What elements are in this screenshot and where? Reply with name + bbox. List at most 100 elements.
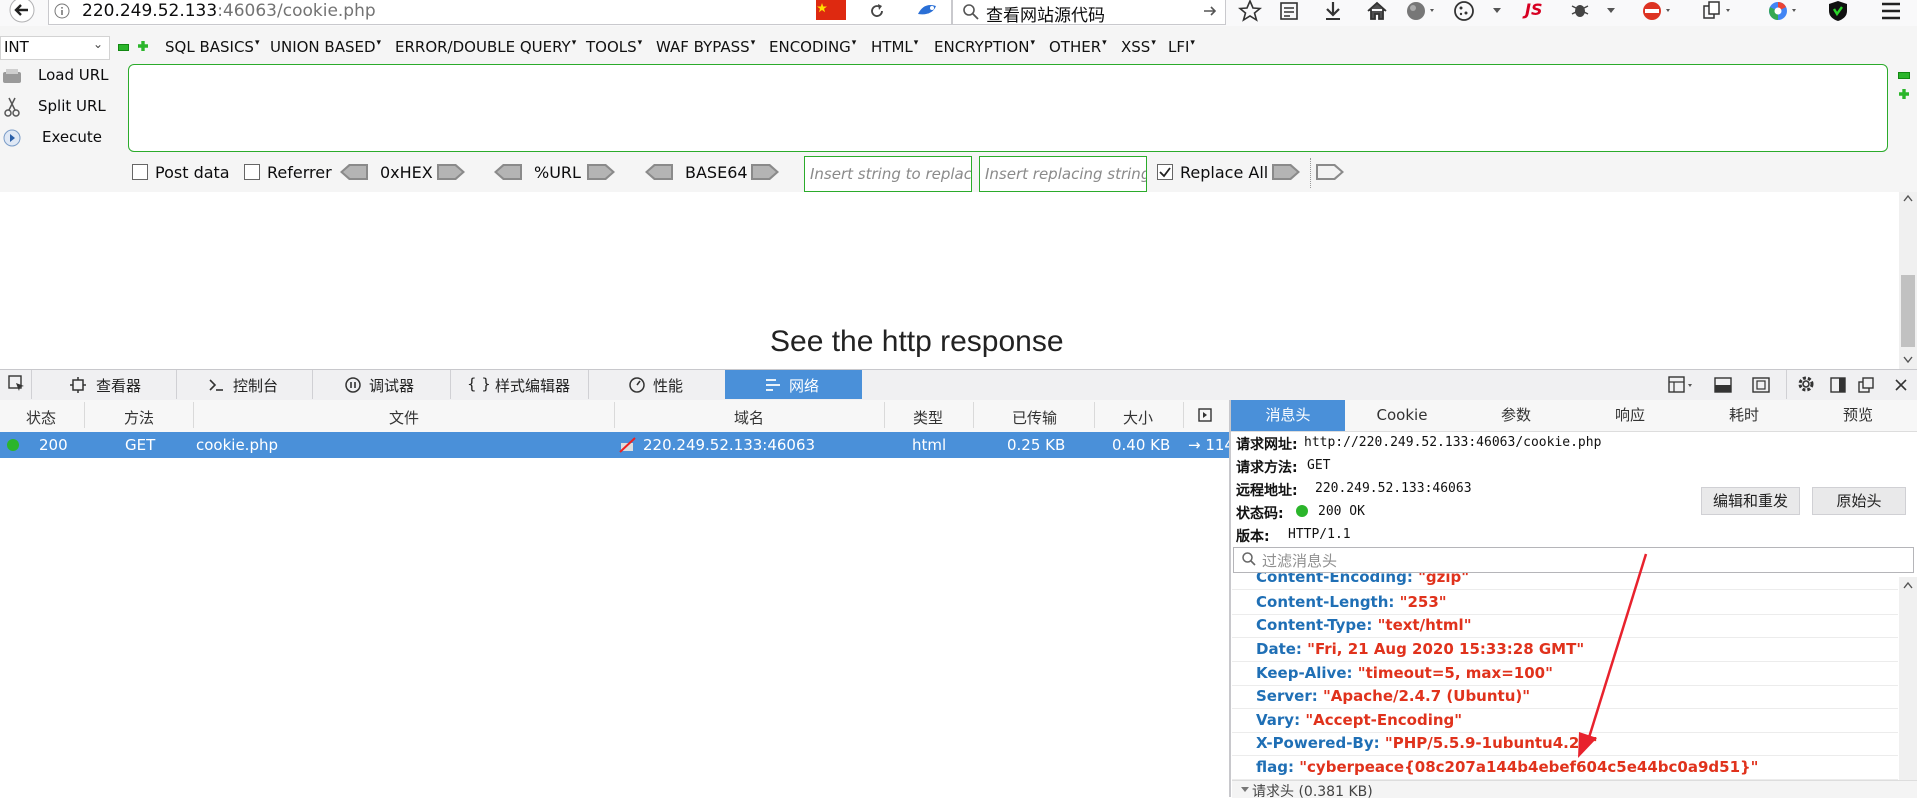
dropdown-icon[interactable] [1606,7,1616,15]
minus-icon[interactable] [1898,72,1910,79]
post-data-checkbox[interactable]: Post data [132,163,230,182]
column-size[interactable]: 大小 [1123,407,1153,428]
replace-string-input[interactable]: Insert string to replace [804,156,972,192]
dropdown-icon[interactable] [1492,7,1502,15]
url-decode-arrow-icon[interactable] [494,163,522,181]
base64-decode-arrow-icon[interactable] [645,163,673,181]
bug-icon[interactable] [1568,0,1592,22]
menu-waf-bypass[interactable]: WAF BYPASS [656,38,755,56]
checkbox-box-checked[interactable] [1157,164,1173,180]
tab-style-editor[interactable]: { } 样式编辑器 [451,370,588,399]
column-transferred[interactable]: 已传输 [1012,407,1057,428]
edit-resend-button[interactable]: 编辑和重发 [1701,487,1800,515]
plus-icon[interactable] [1898,88,1910,100]
tab-performance[interactable]: 性能 [589,370,725,399]
execute-button[interactable]: Execute [0,125,118,151]
tab-console-label: 控制台 [233,377,279,395]
hex-encode-arrow-icon[interactable] [437,163,465,181]
tab-cookies[interactable]: Cookie [1345,400,1459,431]
menu-encryption[interactable]: ENCRYPTION [934,38,1035,56]
screenshot-icon[interactable] [1752,377,1770,393]
menu-sql-basics[interactable]: SQL BASICS [165,38,259,56]
column-type[interactable]: 类型 [913,407,943,428]
url-text[interactable]: 220.249.52.133:46063/cookie.php [82,1,376,21]
plus-icon[interactable] [137,40,149,52]
element-picker-icon[interactable] [8,375,26,393]
split-url-button[interactable]: Split URL [0,94,118,120]
row-size: 0.40 KB [1112,436,1171,454]
search-input[interactable]: 查看网站源代码 [986,1,1105,26]
column-file[interactable]: 文件 [389,407,419,428]
menu-xss[interactable]: XSS [1121,38,1156,56]
replace-next-arrow-icon[interactable] [1316,163,1344,181]
int-select[interactable]: INT ⌄ [0,36,110,60]
scroll-up-icon[interactable] [1903,194,1913,202]
hex-decode-arrow-icon[interactable] [340,163,368,181]
chrome-addon-icon[interactable] [1766,0,1800,22]
tab-debugger[interactable]: 调试器 [313,370,450,399]
referrer-label: Referrer [267,163,332,182]
close-icon[interactable] [1894,378,1908,392]
divider [1310,158,1312,188]
load-url-button[interactable]: Load URL [0,63,118,89]
checkbox-box[interactable] [132,164,148,180]
menu-other[interactable]: OTHER [1049,38,1107,56]
url-textarea[interactable] [128,64,1888,152]
tab-preview[interactable]: 预览 [1801,400,1915,431]
cookie-icon[interactable] [1452,0,1476,22]
hamburger-menu-icon[interactable] [1880,1,1902,21]
referrer-checkbox[interactable]: Referrer [244,163,332,182]
base64-encode-arrow-icon[interactable] [751,163,779,181]
page-scrollbar-thumb[interactable] [1901,275,1915,347]
shield-green-icon[interactable] [1826,0,1850,22]
tab-inspector[interactable]: 查看器 [32,370,176,399]
dock-bottom-icon[interactable] [1714,377,1732,393]
tab-console[interactable]: 控制台 [177,370,312,399]
download-icon[interactable] [1322,0,1344,22]
scroll-up-icon[interactable] [1903,581,1913,589]
tab-params[interactable]: 参数 [1459,400,1573,431]
menu-lfi[interactable]: LFI [1168,38,1195,56]
back-icon[interactable] [6,0,38,24]
panel-splitter[interactable] [1229,400,1231,797]
headers-scrollbar[interactable] [1899,577,1917,780]
menu-encoding[interactable]: ENCODING [769,38,856,56]
column-method[interactable]: 方法 [124,407,154,428]
replace-all-checkbox[interactable]: Replace All [1157,163,1268,182]
menu-union-based[interactable]: UNION BASED [270,38,381,56]
dock-side-icon[interactable] [1830,377,1846,393]
column-domain[interactable]: 域名 [734,407,764,428]
execute-icon [2,128,22,148]
menu-html[interactable]: HTML [871,38,918,56]
tab-network[interactable]: 网络 [725,370,862,399]
replacing-string-input[interactable]: Insert replacing string [979,156,1147,192]
waterfall-toggle-icon[interactable] [1198,408,1212,422]
shield-addon-icon[interactable] [1640,0,1674,22]
reader-list-icon[interactable] [1278,0,1300,22]
search-engine-icon[interactable] [914,0,942,22]
menu-tools[interactable]: TOOLS [586,38,642,56]
raw-headers-button[interactable]: 原始头 [1812,487,1906,515]
tab-timings[interactable]: 耗时 [1687,400,1801,431]
copy-addon-icon[interactable] [1700,0,1734,22]
scroll-down-icon[interactable] [1903,356,1913,364]
responsive-mode-icon[interactable] [1668,376,1696,394]
checkbox-box[interactable] [244,164,260,180]
replace-arrow-icon[interactable] [1272,163,1300,181]
minus-icon[interactable] [118,44,129,51]
chevron-down-icon[interactable] [1240,786,1250,794]
home-icon[interactable] [1366,0,1388,22]
reload-icon[interactable] [868,2,886,20]
gear-icon[interactable] [1797,375,1815,393]
js-switch-icon[interactable]: JS [1525,0,1542,19]
menu-error-double-query[interactable]: ERROR/DOUBLE QUERY [395,38,576,56]
search-go-icon[interactable] [1202,3,1218,19]
globe-menu-icon[interactable] [1404,0,1438,22]
site-info-icon[interactable] [54,3,70,19]
url-encode-arrow-icon[interactable] [587,163,615,181]
tab-headers[interactable]: 消息头 [1231,400,1345,431]
column-status[interactable]: 状态 [26,407,56,428]
undock-window-icon[interactable] [1858,377,1874,393]
tab-response[interactable]: 响应 [1573,400,1687,431]
bookmark-star-icon[interactable] [1238,0,1262,22]
